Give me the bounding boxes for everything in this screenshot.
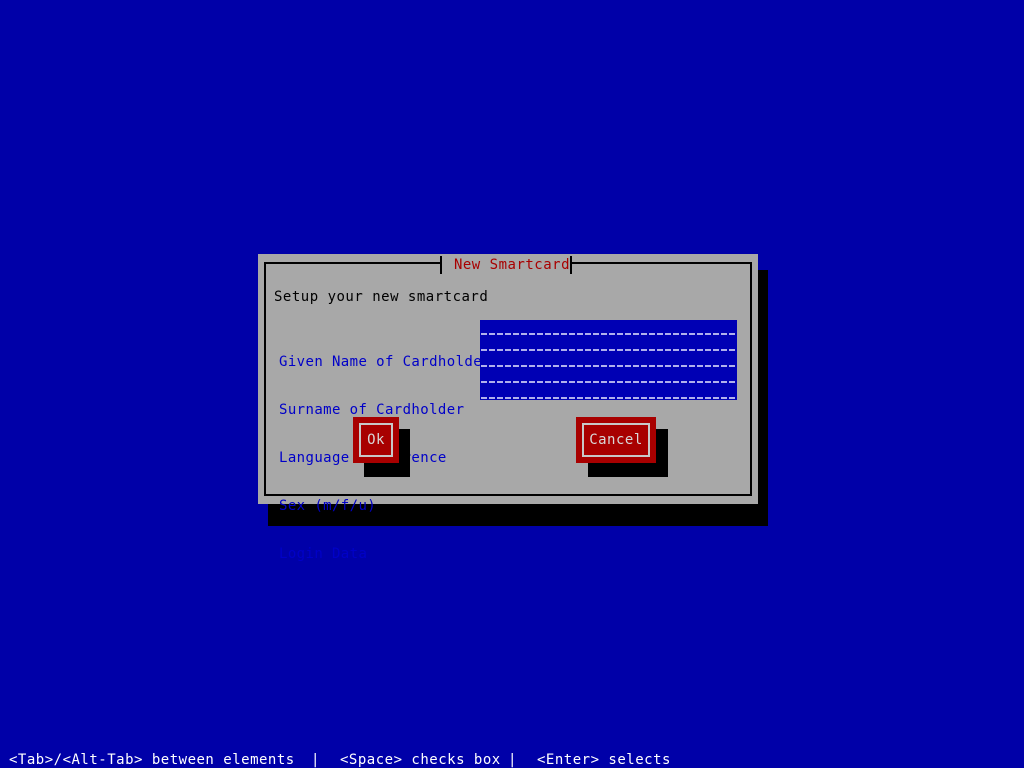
dialog-intro-text: Setup your new smartcard	[274, 289, 489, 305]
field-label-sex: Sex (m/f/u)	[279, 498, 377, 514]
surname-input[interactable]	[480, 336, 737, 352]
language-preference-input-underline	[481, 365, 736, 367]
ok-button[interactable]: Ok	[353, 417, 399, 463]
surname-input-underline	[481, 349, 736, 351]
dialog-title-tick-right	[570, 256, 572, 274]
cancel-button[interactable]: Cancel	[576, 417, 656, 463]
status-separator-1: |	[311, 752, 320, 768]
login-data-input-underline	[481, 397, 736, 399]
ok-button-label: Ok	[367, 432, 385, 448]
login-data-input[interactable]	[480, 384, 737, 400]
given-name-input[interactable]	[480, 320, 737, 336]
given-name-input-underline	[481, 333, 736, 335]
status-bar: <Tab>/<Alt-Tab> between elements | <Spac…	[0, 752, 1024, 768]
sex-input[interactable]	[480, 368, 737, 384]
field-label-given-name: Given Name of Cardholder	[279, 354, 491, 370]
status-space-hint: <Space> checks box	[340, 752, 501, 768]
language-preference-input[interactable]	[480, 352, 737, 368]
dialog-title-gap	[442, 260, 572, 270]
terminal-screen: New Smartcard Setup your new smartcard G…	[0, 0, 1024, 768]
sex-input-underline	[481, 381, 736, 383]
field-label-surname: Surname of Cardholder	[279, 402, 465, 418]
cancel-button-label: Cancel	[589, 432, 643, 448]
status-tab-hint: <Tab>/<Alt-Tab> between elements	[9, 752, 295, 768]
dialog-title-tick-left	[440, 256, 442, 274]
status-enter-hint: <Enter> selects	[537, 752, 671, 768]
status-separator-2: |	[508, 752, 517, 768]
entry-fields-group	[480, 320, 737, 400]
field-label-login-data: Login Data	[279, 546, 368, 562]
